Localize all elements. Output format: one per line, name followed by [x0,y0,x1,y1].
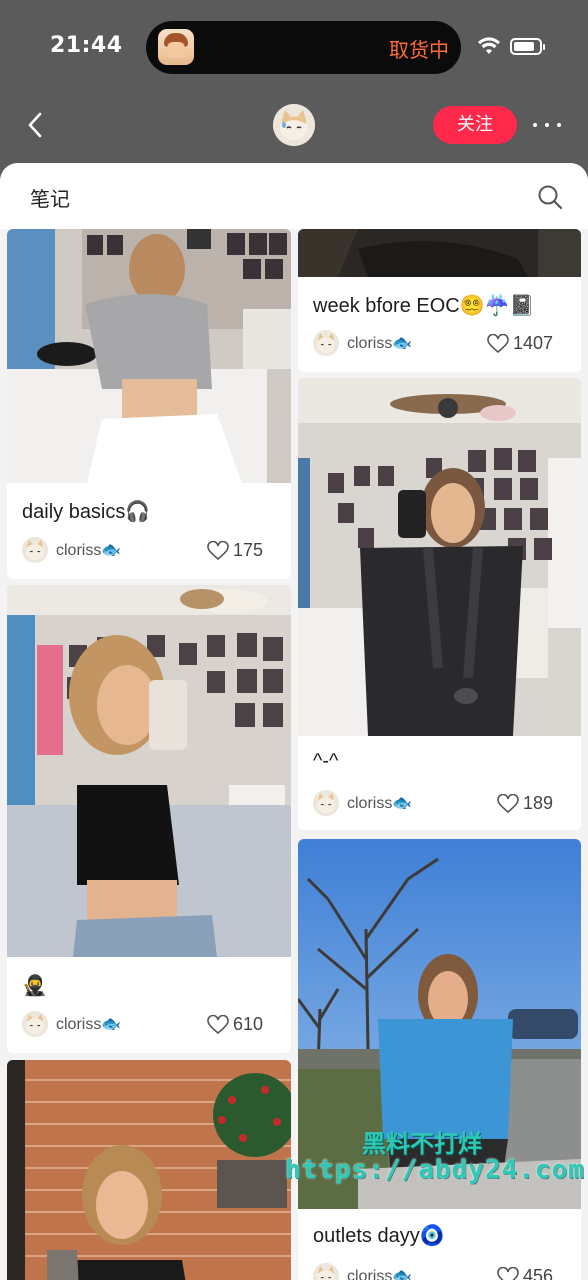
live-activity-status: 取货中 [389,38,449,62]
avatar [313,330,339,356]
note-cover-image [298,378,581,736]
note-author[interactable]: cloriss🐟 [313,790,453,816]
notes-header: 笔记 [0,163,588,229]
follow-button[interactable]: 关注 [433,106,517,144]
heart-icon [497,794,519,814]
like-count: 610 [233,1014,264,1034]
heart-icon [207,541,229,561]
dynamic-island[interactable]: 取货中 [146,21,461,74]
like-count: 456 [523,1266,554,1280]
note-title: outlets dayy🧿 [313,1225,445,1247]
like-count: 1407 [513,333,554,353]
author-name: cloriss🐟 [347,335,413,352]
avatar [22,1011,48,1037]
heart-icon [207,1015,229,1035]
search-icon[interactable] [537,184,563,210]
note-card[interactable]: outlets dayy🧿 cloriss🐟 456 [298,839,581,1280]
more-horizontal-icon[interactable] [531,115,563,135]
like-button[interactable]: 456 [497,1265,567,1280]
avatar [313,1263,339,1280]
note-author[interactable]: cloriss🐟 [313,330,453,356]
note-card[interactable]: week bfore EOC😵‍💫☔️📓 cloriss🐟 1407 [298,229,581,372]
note-cover-image [7,585,291,957]
status-bar: 21:44 取货中 [0,0,588,95]
author-name: cloriss🐟 [56,1016,122,1033]
watermark-url: https://abdy24.com [285,1155,585,1185]
cat-avatar-icon [273,104,315,146]
avatar[interactable] [273,104,315,146]
delivery-app-icon [158,29,194,65]
heart-icon [497,1267,519,1280]
like-button[interactable]: 1407 [487,332,567,356]
note-card[interactable]: 🥷 cloriss🐟 610 [7,585,291,1053]
note-title: 🥷 [22,975,47,997]
status-time: 21:44 [50,33,123,58]
note-card[interactable] [7,1060,291,1280]
wifi-icon [478,37,500,54]
note-cover-image [7,1060,291,1280]
battery-icon [510,38,545,55]
notes-sheet: 笔记 daily basics🎧 cloriss🐟 175 week bfore… [0,163,588,1280]
note-title: week bfore EOC😵‍💫☔️📓 [313,295,535,317]
heart-icon [487,334,509,354]
like-button[interactable]: 175 [207,539,277,563]
note-card[interactable]: daily basics🎧 cloriss🐟 175 [7,229,291,579]
watermark-text-cn: 黑料不打烊 [362,1130,482,1158]
like-count: 175 [233,540,264,560]
note-title: daily basics🎧 [22,501,151,523]
profile-navbar: 关注 [0,95,588,163]
like-button[interactable]: 610 [207,1013,277,1037]
avatar [313,790,339,816]
author-name: cloriss🐟 [347,795,413,812]
author-name: cloriss🐟 [56,542,122,559]
note-author[interactable]: cloriss🐟 [22,537,162,563]
note-title: ^-^ [313,750,339,772]
note-cover-image [7,229,291,483]
avatar [22,537,48,563]
author-name: cloriss🐟 [347,1268,413,1280]
note-author[interactable]: cloriss🐟 [22,1011,162,1037]
note-cover-image [298,229,581,277]
note-author[interactable]: cloriss🐟 [313,1263,453,1280]
like-count: 189 [523,793,554,813]
chevron-left-icon[interactable] [22,110,50,140]
notes-section-title: 笔记 [30,187,70,211]
note-card[interactable]: ^-^ cloriss🐟 189 [298,378,581,830]
like-button[interactable]: 189 [497,792,567,816]
